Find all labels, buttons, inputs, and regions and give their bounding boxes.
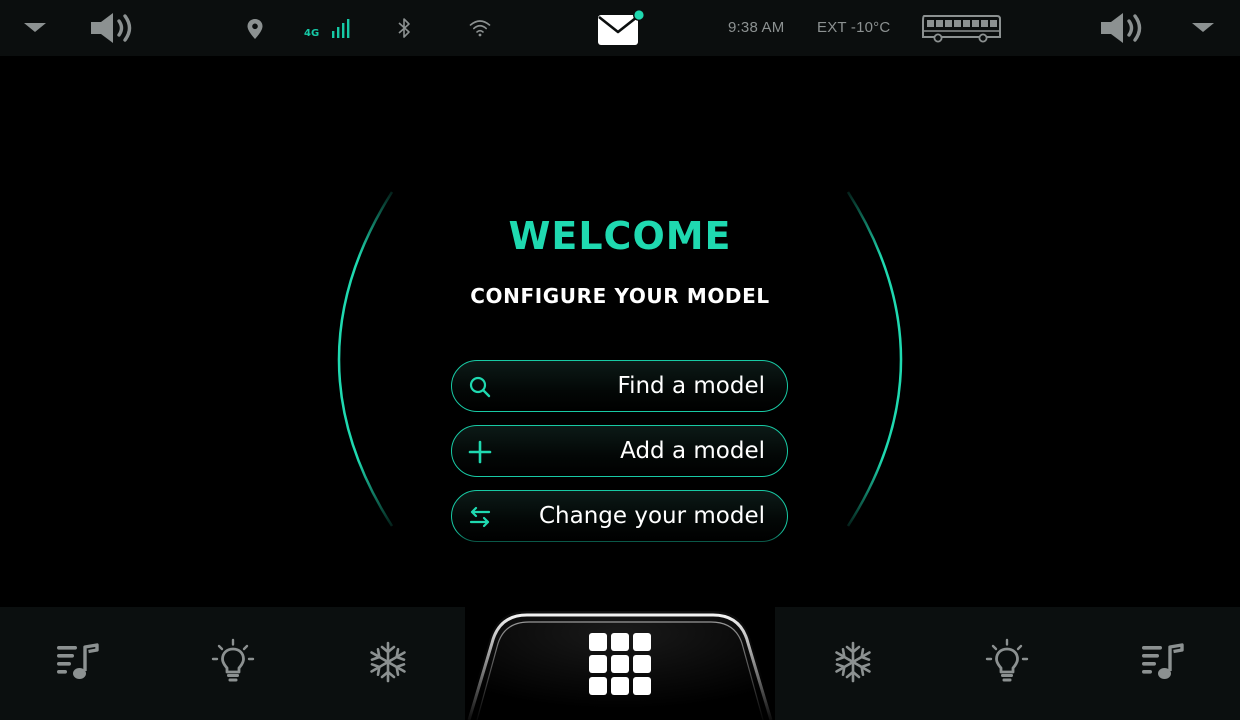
lightbulb-icon[interactable] [208,637,258,687]
plus-icon [468,440,492,464]
music-playlist-icon[interactable] [53,637,103,687]
swap-arrows-icon [468,505,492,529]
find-model-button[interactable]: Find a model [451,360,788,412]
apps-grid-icon [589,633,651,695]
snowflake-icon[interactable] [363,637,413,687]
change-model-button[interactable]: Change your model [451,490,788,542]
left-arc [337,191,394,527]
snowflake-icon[interactable] [828,637,878,687]
lightbulb-icon[interactable] [982,637,1032,687]
search-icon [468,375,492,399]
right-arc [846,191,903,527]
music-playlist-icon[interactable] [1138,637,1188,687]
find-model-label: Find a model [617,373,765,399]
bottom-dock [0,607,1240,720]
change-model-label: Change your model [538,503,765,529]
welcome-screen: 4G 9:38 AM EXT -10°C WELCOME CONFIGURE Y… [0,0,1240,720]
welcome-subtitle: CONFIGURE YOUR MODEL [470,284,770,308]
home-button[interactable] [465,607,775,720]
add-model-button[interactable]: Add a model [451,425,788,477]
welcome-title: WELCOME [508,214,732,258]
add-model-label: Add a model [620,438,765,464]
